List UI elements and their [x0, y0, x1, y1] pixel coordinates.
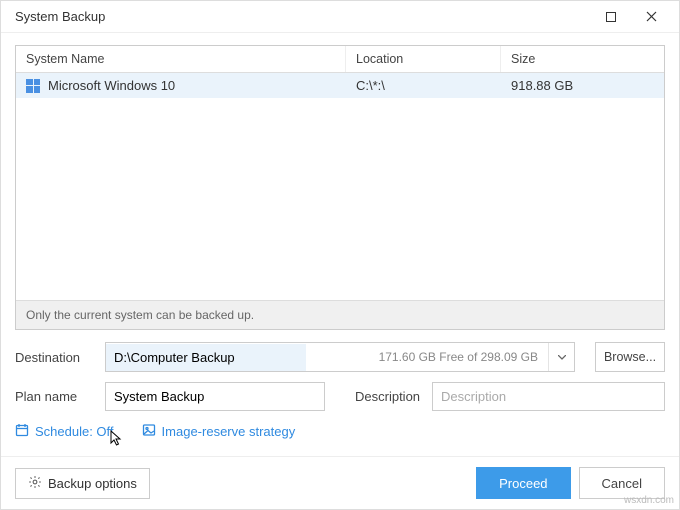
proceed-button[interactable]: Proceed: [476, 467, 570, 499]
bottom-button-bar: Backup options Proceed Cancel: [1, 456, 679, 509]
schedule-link-label: Schedule: Off: [35, 424, 114, 439]
grid-footer-note: Only the current system can be backed up…: [16, 300, 664, 329]
plan-name-input[interactable]: [105, 382, 325, 411]
cell-size: 918.88 GB: [501, 78, 664, 93]
image-reserve-link[interactable]: Image-reserve strategy: [142, 423, 296, 440]
image-reserve-link-label: Image-reserve strategy: [162, 424, 296, 439]
backup-options-button[interactable]: Backup options: [15, 468, 150, 499]
content-area: System Name Location Size Microsoft Wind…: [1, 33, 679, 456]
window-title: System Backup: [15, 9, 591, 24]
table-row[interactable]: Microsoft Windows 10 C:\*:\ 918.88 GB: [16, 73, 664, 98]
browse-button[interactable]: Browse...: [595, 342, 665, 372]
cancel-button[interactable]: Cancel: [579, 467, 665, 499]
col-header-name[interactable]: System Name: [16, 46, 346, 72]
destination-label: Destination: [15, 350, 93, 365]
grid-header: System Name Location Size: [16, 46, 664, 73]
col-header-size[interactable]: Size: [501, 46, 664, 72]
gear-icon: [28, 475, 42, 492]
form-area: Destination 171.60 GB Free of 298.09 GB …: [15, 330, 665, 448]
titlebar: System Backup: [1, 1, 679, 33]
grid-body: Microsoft Windows 10 C:\*:\ 918.88 GB: [16, 73, 664, 300]
calendar-icon: [15, 423, 29, 440]
destination-field-wrap: 171.60 GB Free of 298.09 GB: [105, 342, 575, 372]
maximize-button[interactable]: [591, 1, 631, 33]
system-backup-window: System Backup System Name Location Size …: [0, 0, 680, 510]
destination-input[interactable]: [106, 344, 306, 371]
description-input[interactable]: [432, 382, 665, 411]
windows-icon: [26, 79, 40, 93]
cell-location: C:\*:\: [346, 78, 501, 93]
col-header-location[interactable]: Location: [346, 46, 501, 72]
description-label: Description: [355, 389, 420, 404]
close-button[interactable]: [631, 1, 671, 33]
plan-name-label: Plan name: [15, 389, 93, 404]
destination-dropdown[interactable]: [548, 343, 574, 371]
destination-free-space: 171.60 GB Free of 298.09 GB: [306, 350, 548, 364]
backup-options-label: Backup options: [48, 476, 137, 491]
image-icon: [142, 423, 156, 440]
schedule-link[interactable]: Schedule: Off: [15, 423, 114, 440]
system-grid: System Name Location Size Microsoft Wind…: [15, 45, 665, 330]
cell-system-name: Microsoft Windows 10: [48, 78, 175, 93]
